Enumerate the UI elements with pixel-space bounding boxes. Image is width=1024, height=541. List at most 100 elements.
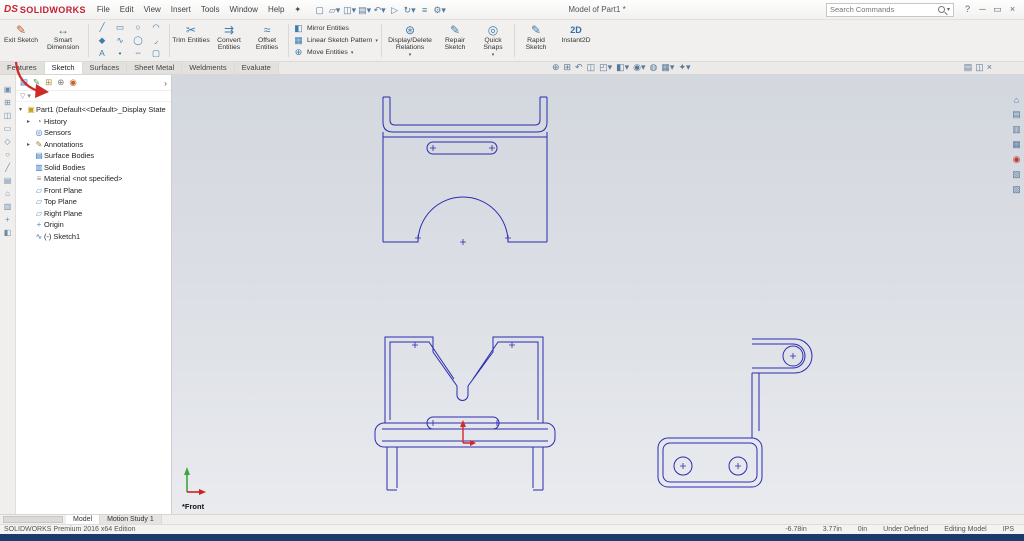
tree-item[interactable]: ▸ ◔ History <box>24 116 171 128</box>
forum-icon[interactable]: ▨ <box>1012 184 1021 195</box>
display-delete-relations-button[interactable]: ⊛ Display/Delete Relations ▾ <box>384 21 436 60</box>
panel-expand-icon[interactable]: › <box>164 78 167 88</box>
rectangle-icon[interactable]: ▭ <box>111 21 129 34</box>
print-icon[interactable]: ▤▾ <box>357 1 372 19</box>
model-tab[interactable]: Model <box>66 515 101 524</box>
dropdown-caret-icon[interactable]: ▾ <box>351 50 354 56</box>
close-icon[interactable]: × <box>1005 4 1020 15</box>
dropdown-caret-icon[interactable]: ▾ <box>409 52 412 58</box>
line-icon[interactable]: ╱ <box>93 21 111 34</box>
search-icon[interactable] <box>937 6 945 13</box>
close-pane-icon[interactable]: × <box>987 62 992 73</box>
tree-item[interactable]: + Origin <box>24 219 171 231</box>
dimxpert-icon[interactable]: ⊕ <box>57 77 64 88</box>
custom-properties-icon[interactable]: ▧ <box>1012 169 1021 180</box>
spline-icon[interactable]: ∿ <box>111 34 129 47</box>
left-toolbar-icon[interactable]: ⌂ <box>5 189 10 198</box>
tab-weldments[interactable]: Weldments <box>182 62 235 74</box>
menu-file[interactable]: File <box>92 5 115 14</box>
restore-icon[interactable]: ▭ <box>990 4 1005 15</box>
move-entities-button[interactable]: ⊕ Move Entities ▾ <box>293 47 379 58</box>
left-toolbar-icon[interactable]: ▭ <box>4 124 12 133</box>
propertymanager-icon[interactable]: ✎ <box>33 77 40 88</box>
apply-scene-icon[interactable]: ▦▾ <box>661 62 674 73</box>
linear-sketch-pattern-button[interactable]: ▦ Linear Sketch Pattern ▾ <box>293 35 379 46</box>
tree-filter-bar[interactable]: ▽ ▾ <box>16 91 171 102</box>
smart-dimension-button[interactable]: ↔ Smart Dimension <box>40 21 86 60</box>
graphics-area[interactable]: *Front ⌂ ▤ ▥ ▦ ◉ ▧ ▨ <box>172 75 1024 514</box>
menu-tools[interactable]: Tools <box>196 5 225 14</box>
configurationmanager-icon[interactable]: ⊞ <box>45 77 52 88</box>
dropdown-caret-icon[interactable]: ▾ <box>492 52 495 58</box>
displaymanager-icon[interactable]: ◉ <box>69 77 76 88</box>
undo-icon[interactable]: ↶▾ <box>372 1 387 19</box>
tree-item[interactable]: ▱ Front Plane <box>24 185 171 197</box>
left-toolbar-icon[interactable]: ◧ <box>4 228 12 237</box>
polygon-icon[interactable]: ◆ <box>93 34 111 47</box>
point-icon[interactable]: • <box>111 47 129 60</box>
menu-insert[interactable]: Insert <box>166 5 196 14</box>
tab-surfaces[interactable]: Surfaces <box>82 62 128 74</box>
exit-sketch-button[interactable]: ✎ Exit Sketch <box>2 21 40 60</box>
tab-scroll-area[interactable] <box>3 516 63 523</box>
tree-item[interactable]: ≡ Material <not specified> <box>24 173 171 185</box>
zoom-area-icon[interactable]: ⊞ <box>564 62 572 73</box>
options-icon[interactable]: ⚙▾ <box>432 1 447 19</box>
help-icon[interactable]: ? <box>960 4 975 15</box>
resources-icon[interactable]: ⌂ <box>1014 95 1019 105</box>
new-document-icon[interactable]: ▢ <box>312 1 327 19</box>
dropdown-caret-icon[interactable]: ▾ <box>375 38 378 44</box>
left-toolbar-icon[interactable]: ○ <box>5 150 10 159</box>
rebuild-icon[interactable]: ↻▾ <box>402 1 417 19</box>
search-box[interactable]: ▾ <box>826 2 954 17</box>
tab-sheet-metal[interactable]: Sheet Metal <box>127 62 183 74</box>
offset-entities-button[interactable]: ≈ Offset Entities <box>248 21 286 60</box>
search-caret-icon[interactable]: ▾ <box>947 6 950 13</box>
featuremanager-tree-icon[interactable]: ▤ <box>20 77 28 88</box>
save-icon[interactable]: ◫▾ <box>342 1 357 19</box>
text-icon[interactable]: A <box>93 47 111 60</box>
tree-item-part[interactable]: ▾ ▣ Part1 (Default<<Default>_Display Sta… <box>16 104 171 116</box>
centerline-icon[interactable]: ╌ <box>129 47 147 60</box>
left-toolbar-icon[interactable]: ╱ <box>5 163 10 172</box>
convert-entities-button[interactable]: ⇉ Convert Entities <box>210 21 248 60</box>
left-toolbar-icon[interactable]: ▣ <box>4 85 12 94</box>
trim-entities-button[interactable]: ✂ Trim Entities <box>172 21 210 60</box>
edit-appearance-icon[interactable]: ◍ <box>650 62 658 73</box>
pin-icon[interactable]: ✦ <box>289 5 306 14</box>
design-library-icon[interactable]: ▤ <box>1012 109 1021 120</box>
display-style-icon[interactable]: ◧▾ <box>616 62 629 73</box>
tree-item[interactable]: ∿ (-) Sketch1 <box>24 231 171 243</box>
tab-features[interactable]: Features <box>0 62 45 74</box>
expand-caret-icon[interactable]: ▸ <box>27 141 34 148</box>
filter-funnel-icon[interactable]: ▽ <box>20 92 25 100</box>
mirror-entities-button[interactable]: ◧ Mirror Entities <box>293 23 379 34</box>
file-properties-icon[interactable]: ≡ <box>417 1 432 19</box>
file-explorer-icon[interactable]: ▥ <box>1012 124 1021 135</box>
slot-icon[interactable]: ▢ <box>147 47 165 60</box>
menu-edit[interactable]: Edit <box>115 5 139 14</box>
select-icon[interactable]: ▷ <box>387 1 402 19</box>
left-toolbar-icon[interactable]: ◇ <box>4 137 10 146</box>
left-toolbar-icon[interactable]: ⊞ <box>4 98 11 107</box>
appearances-icon[interactable]: ◉ <box>1013 154 1021 165</box>
tree-item[interactable]: ▥ Solid Bodies <box>24 162 171 174</box>
tab-evaluate[interactable]: Evaluate <box>234 62 279 74</box>
menu-window[interactable]: Window <box>225 5 263 14</box>
left-toolbar-icon[interactable]: ◫ <box>4 111 12 120</box>
arc-icon[interactable]: ◠ <box>147 21 165 34</box>
view-palette-icon[interactable]: ▦ <box>1012 139 1021 150</box>
menu-help[interactable]: Help <box>263 5 289 14</box>
zoom-fit-icon[interactable]: ⊕ <box>552 62 560 73</box>
expand-caret-icon[interactable]: ▾ <box>19 106 26 113</box>
filter-caret-icon[interactable]: ▾ <box>27 92 31 100</box>
section-view-icon[interactable]: ◫ <box>587 62 596 73</box>
left-toolbar-icon[interactable]: + <box>5 215 10 224</box>
left-toolbar-icon[interactable]: ▤ <box>4 176 12 185</box>
tree-item[interactable]: ▸ ✎ Annotations <box>24 139 171 151</box>
repair-sketch-button[interactable]: ✎ Repair Sketch <box>436 21 474 60</box>
tab-sketch[interactable]: Sketch <box>44 62 83 74</box>
split-pane-icon[interactable]: ◫ <box>975 62 984 73</box>
motion-study-tab[interactable]: Motion Study 1 <box>100 515 162 524</box>
left-toolbar-icon[interactable]: ▥ <box>4 202 12 211</box>
